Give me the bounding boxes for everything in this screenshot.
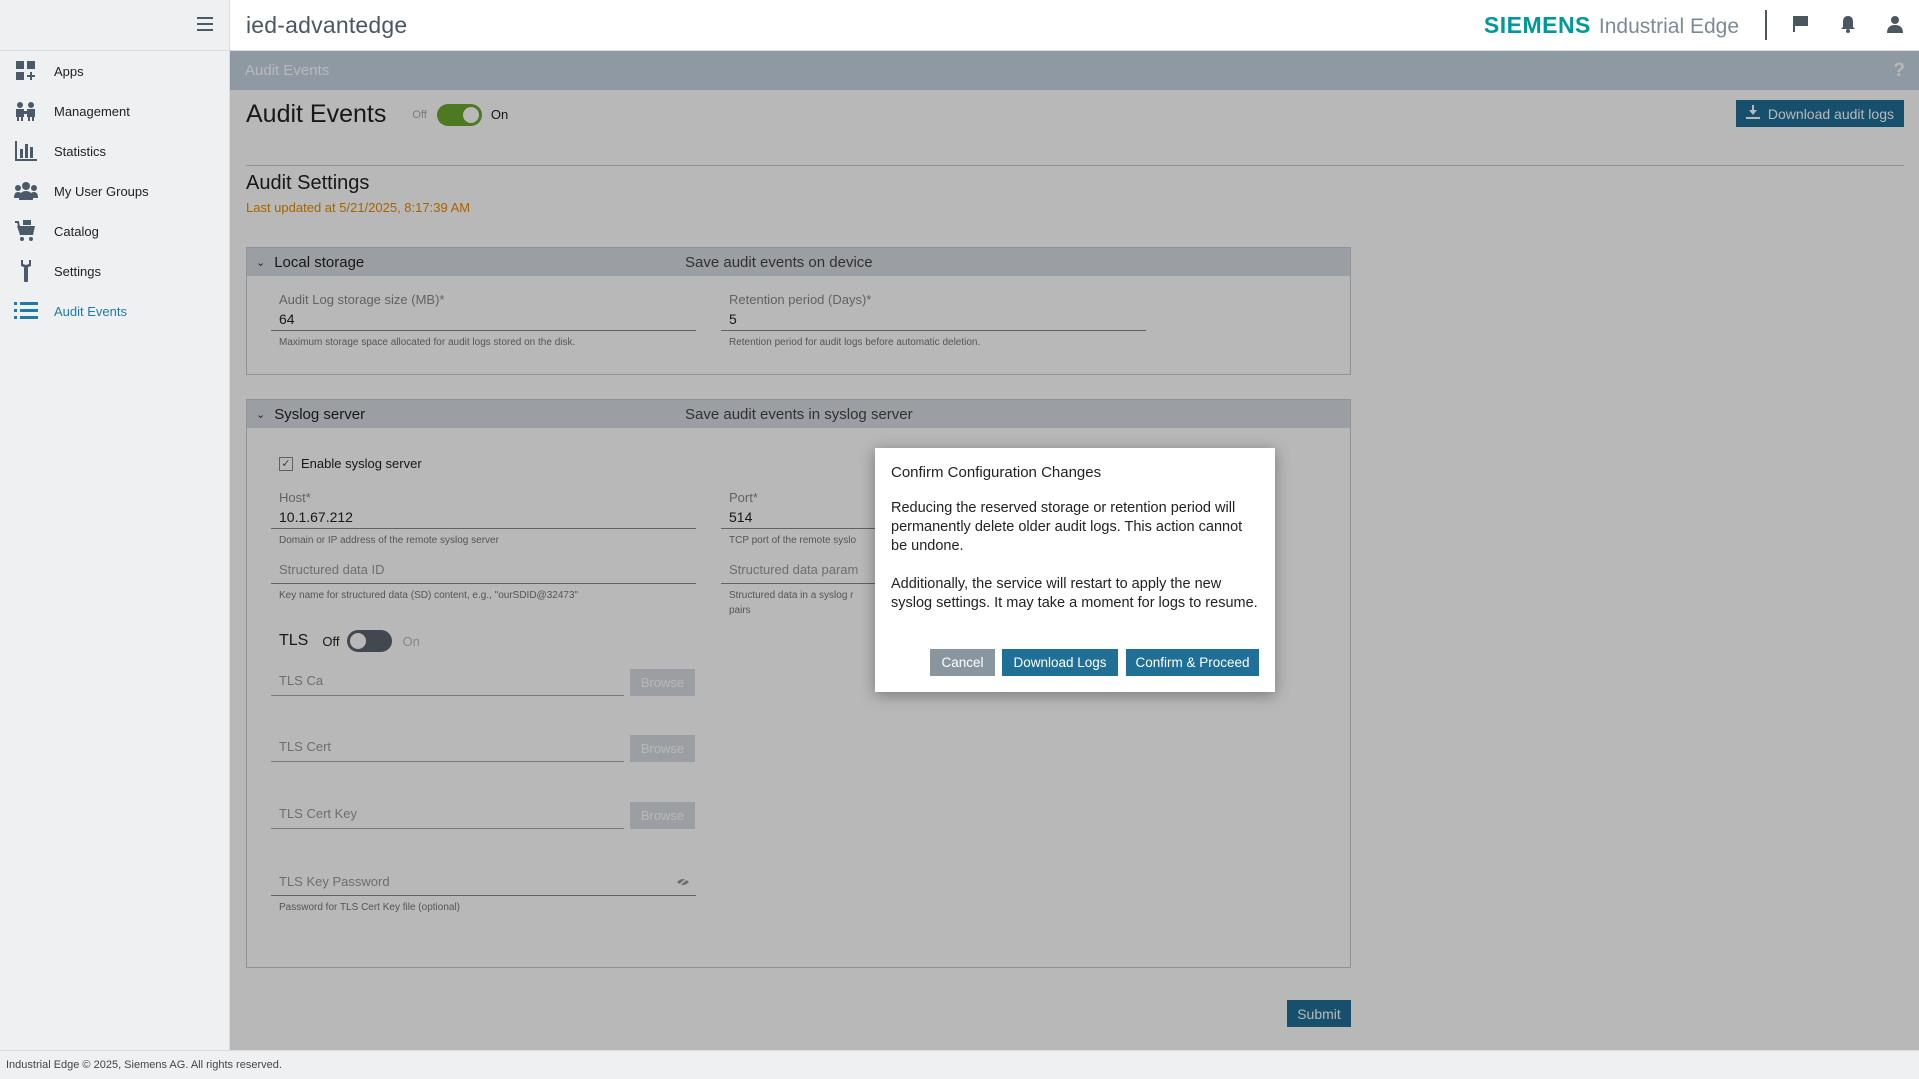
confirm-proceed-button[interactable]: Confirm & Proceed xyxy=(1126,649,1259,676)
brand-siemens: SIEMENS xyxy=(1483,12,1591,38)
user-icon[interactable] xyxy=(1886,15,1906,35)
settings-icon xyxy=(14,259,38,283)
dialog-paragraph: Additionally, the service will restart t… xyxy=(891,576,1258,611)
sidebar-item-label: Audit Events xyxy=(54,303,127,319)
top-bar: ied-advantedge SIEMENS Industrial Edge xyxy=(230,0,1919,51)
cancel-button[interactable]: Cancel xyxy=(930,649,995,676)
sidebar-item-label: Statistics xyxy=(54,143,107,159)
device-name: ied-advantedge xyxy=(246,11,408,38)
sidebar-item-label: Apps xyxy=(54,63,84,79)
menu-icon[interactable] xyxy=(197,17,213,31)
download-logs-button[interactable]: Download Logs xyxy=(1002,649,1118,676)
sidebar-item-label: Management xyxy=(54,103,130,119)
footer: Industrial Edge © 2025, Siemens AG. All … xyxy=(0,1050,1919,1079)
sidebar-item-settings[interactable]: Settings xyxy=(0,251,229,291)
bell-icon[interactable] xyxy=(1839,15,1859,35)
sidebar-item-label: Settings xyxy=(54,263,101,279)
sidebar: Apps Management Statistics My User Group… xyxy=(0,0,230,1050)
sidebar-item-audit-events[interactable]: Audit Events xyxy=(0,291,229,331)
audit-list-icon xyxy=(14,299,38,323)
dialog-title: Confirm Configuration Changes xyxy=(891,464,1102,481)
header-divider xyxy=(1765,10,1767,40)
sidebar-top xyxy=(0,0,229,51)
brand-product: Industrial Edge xyxy=(1598,15,1739,38)
dialog-paragraph: Reducing the reserved storage or retenti… xyxy=(891,500,1243,554)
apps-icon xyxy=(14,59,38,83)
sidebar-item-my-user-groups[interactable]: My User Groups xyxy=(0,171,229,211)
sidebar-item-management[interactable]: Management xyxy=(0,91,229,131)
sidebar-item-statistics[interactable]: Statistics xyxy=(0,131,229,171)
dialog-body: Reducing the reserved storage or retenti… xyxy=(891,499,1261,613)
catalog-icon xyxy=(14,219,38,243)
confirm-dialog: Confirm Configuration Changes Reducing t… xyxy=(875,448,1275,692)
flag-icon[interactable] xyxy=(1792,15,1812,35)
statistics-icon xyxy=(14,139,38,163)
sidebar-item-label: Catalog xyxy=(54,223,99,239)
sidebar-item-catalog[interactable]: Catalog xyxy=(0,211,229,251)
brand-logo: SIEMENS Industrial Edge xyxy=(1484,12,1739,39)
user-groups-icon xyxy=(14,179,38,203)
management-icon xyxy=(14,99,38,123)
sidebar-item-label: My User Groups xyxy=(54,183,149,199)
sidebar-item-apps[interactable]: Apps xyxy=(0,51,229,91)
sidebar-nav: Apps Management Statistics My User Group… xyxy=(0,51,229,331)
